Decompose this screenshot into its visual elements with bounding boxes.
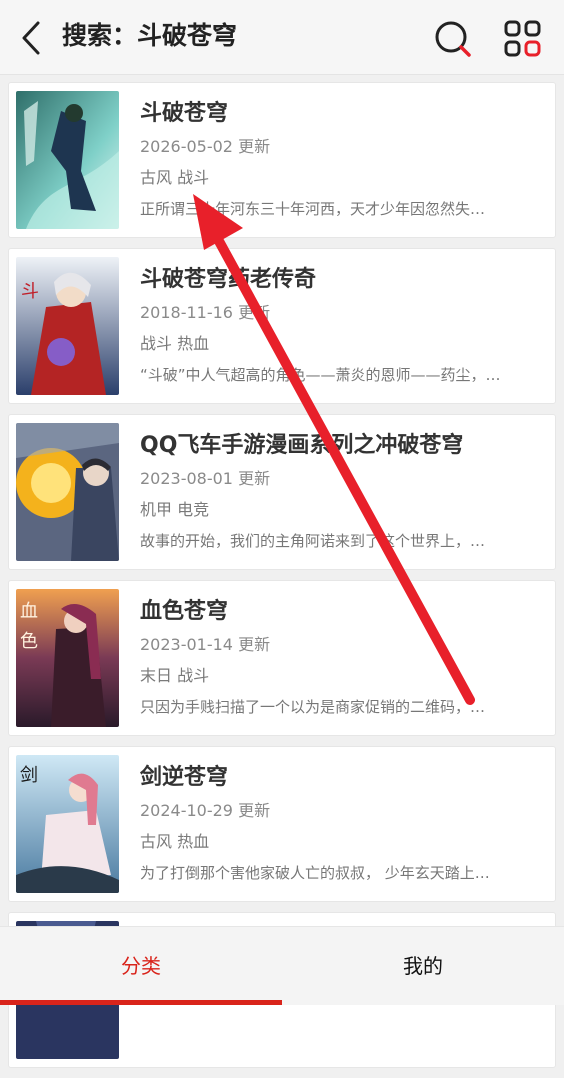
- comic-title: 血色苍穹: [140, 599, 229, 624]
- comic-cover: 斗: [16, 257, 119, 395]
- result-card[interactable]: QQ飞车手游漫画系列之冲破苍穹 2023-08-01 更新 机甲 电竞 故事的开…: [8, 414, 556, 570]
- back-button[interactable]: [14, 18, 50, 58]
- tab-mine[interactable]: 我的: [282, 927, 564, 1005]
- comic-description: 为了打倒那个害他家破人亡的叔叔， 少年玄天踏上…: [140, 864, 490, 882]
- comic-title: QQ飞车手游漫画系列之冲破苍穹: [140, 433, 464, 458]
- bottom-nav: 分类 我的: [0, 926, 564, 1005]
- menu-button[interactable]: [502, 18, 544, 60]
- update-date: 2026-05-02 更新: [140, 137, 271, 156]
- comic-title: 斗破苍穹: [140, 101, 229, 126]
- genre-tags: 末日 战斗: [140, 666, 210, 685]
- svg-text:色: 色: [20, 631, 38, 652]
- svg-text:剑: 剑: [20, 765, 38, 786]
- comic-cover: 剑: [16, 755, 119, 893]
- result-card[interactable]: 剑 剑逆苍穹 2024-10-29 更新 古风 热血 为了打倒那个害他家破人亡的…: [8, 746, 556, 902]
- comic-cover: [16, 91, 119, 229]
- comic-description: “斗破”中人气超高的角色——萧炎的恩师——药尘，…: [140, 366, 501, 384]
- result-card[interactable]: 斗破苍穹 2026-05-02 更新 古风 战斗 正所谓三十年河东三十年河西，天…: [8, 82, 556, 238]
- result-card[interactable]: 血 色 血色苍穹 2023-01-14 更新 末日 战斗 只因为手贱扫描了一个以…: [8, 580, 556, 736]
- genre-tags: 古风 战斗: [140, 168, 210, 187]
- comic-cover: 血 色: [16, 589, 119, 727]
- chevron-left-icon: [22, 21, 40, 55]
- search-button[interactable]: [432, 18, 474, 60]
- grid-icon: [504, 20, 541, 57]
- update-date: 2023-01-14 更新: [140, 635, 271, 654]
- page-title: 搜索：斗破苍穹: [62, 21, 238, 50]
- tab-category[interactable]: 分类: [0, 927, 282, 1005]
- svg-text:血: 血: [20, 601, 38, 622]
- genre-tags: 机甲 电竞: [140, 500, 210, 519]
- svg-text:斗: 斗: [21, 281, 39, 302]
- comic-cover: [16, 423, 119, 561]
- comic-title: 剑逆苍穹: [140, 765, 229, 790]
- comic-description: 故事的开始，我们的主角阿诺来到了这个世界上，…: [140, 532, 486, 550]
- active-tab-indicator: [0, 1000, 282, 1005]
- result-card[interactable]: 斗 斗破苍穹药老传奇 2018-11-16 更新 战斗 热血 “斗破”中人气超高…: [8, 248, 556, 404]
- update-date: 2023-08-01 更新: [140, 469, 271, 488]
- genre-tags: 古风 热血: [140, 832, 210, 851]
- comic-description: 正所谓三十年河东三十年河西，天才少年因忽然失…: [140, 200, 486, 218]
- comic-description: 只因为手贱扫描了一个以为是商家促销的二维码，…: [140, 698, 486, 716]
- genre-tags: 战斗 热血: [140, 334, 210, 353]
- update-date: 2024-10-29 更新: [140, 801, 271, 820]
- top-bar: 搜索：斗破苍穹: [0, 0, 564, 75]
- search-icon: [435, 21, 471, 57]
- comic-title: 斗破苍穹药老传奇: [140, 267, 317, 292]
- update-date: 2018-11-16 更新: [140, 303, 271, 322]
